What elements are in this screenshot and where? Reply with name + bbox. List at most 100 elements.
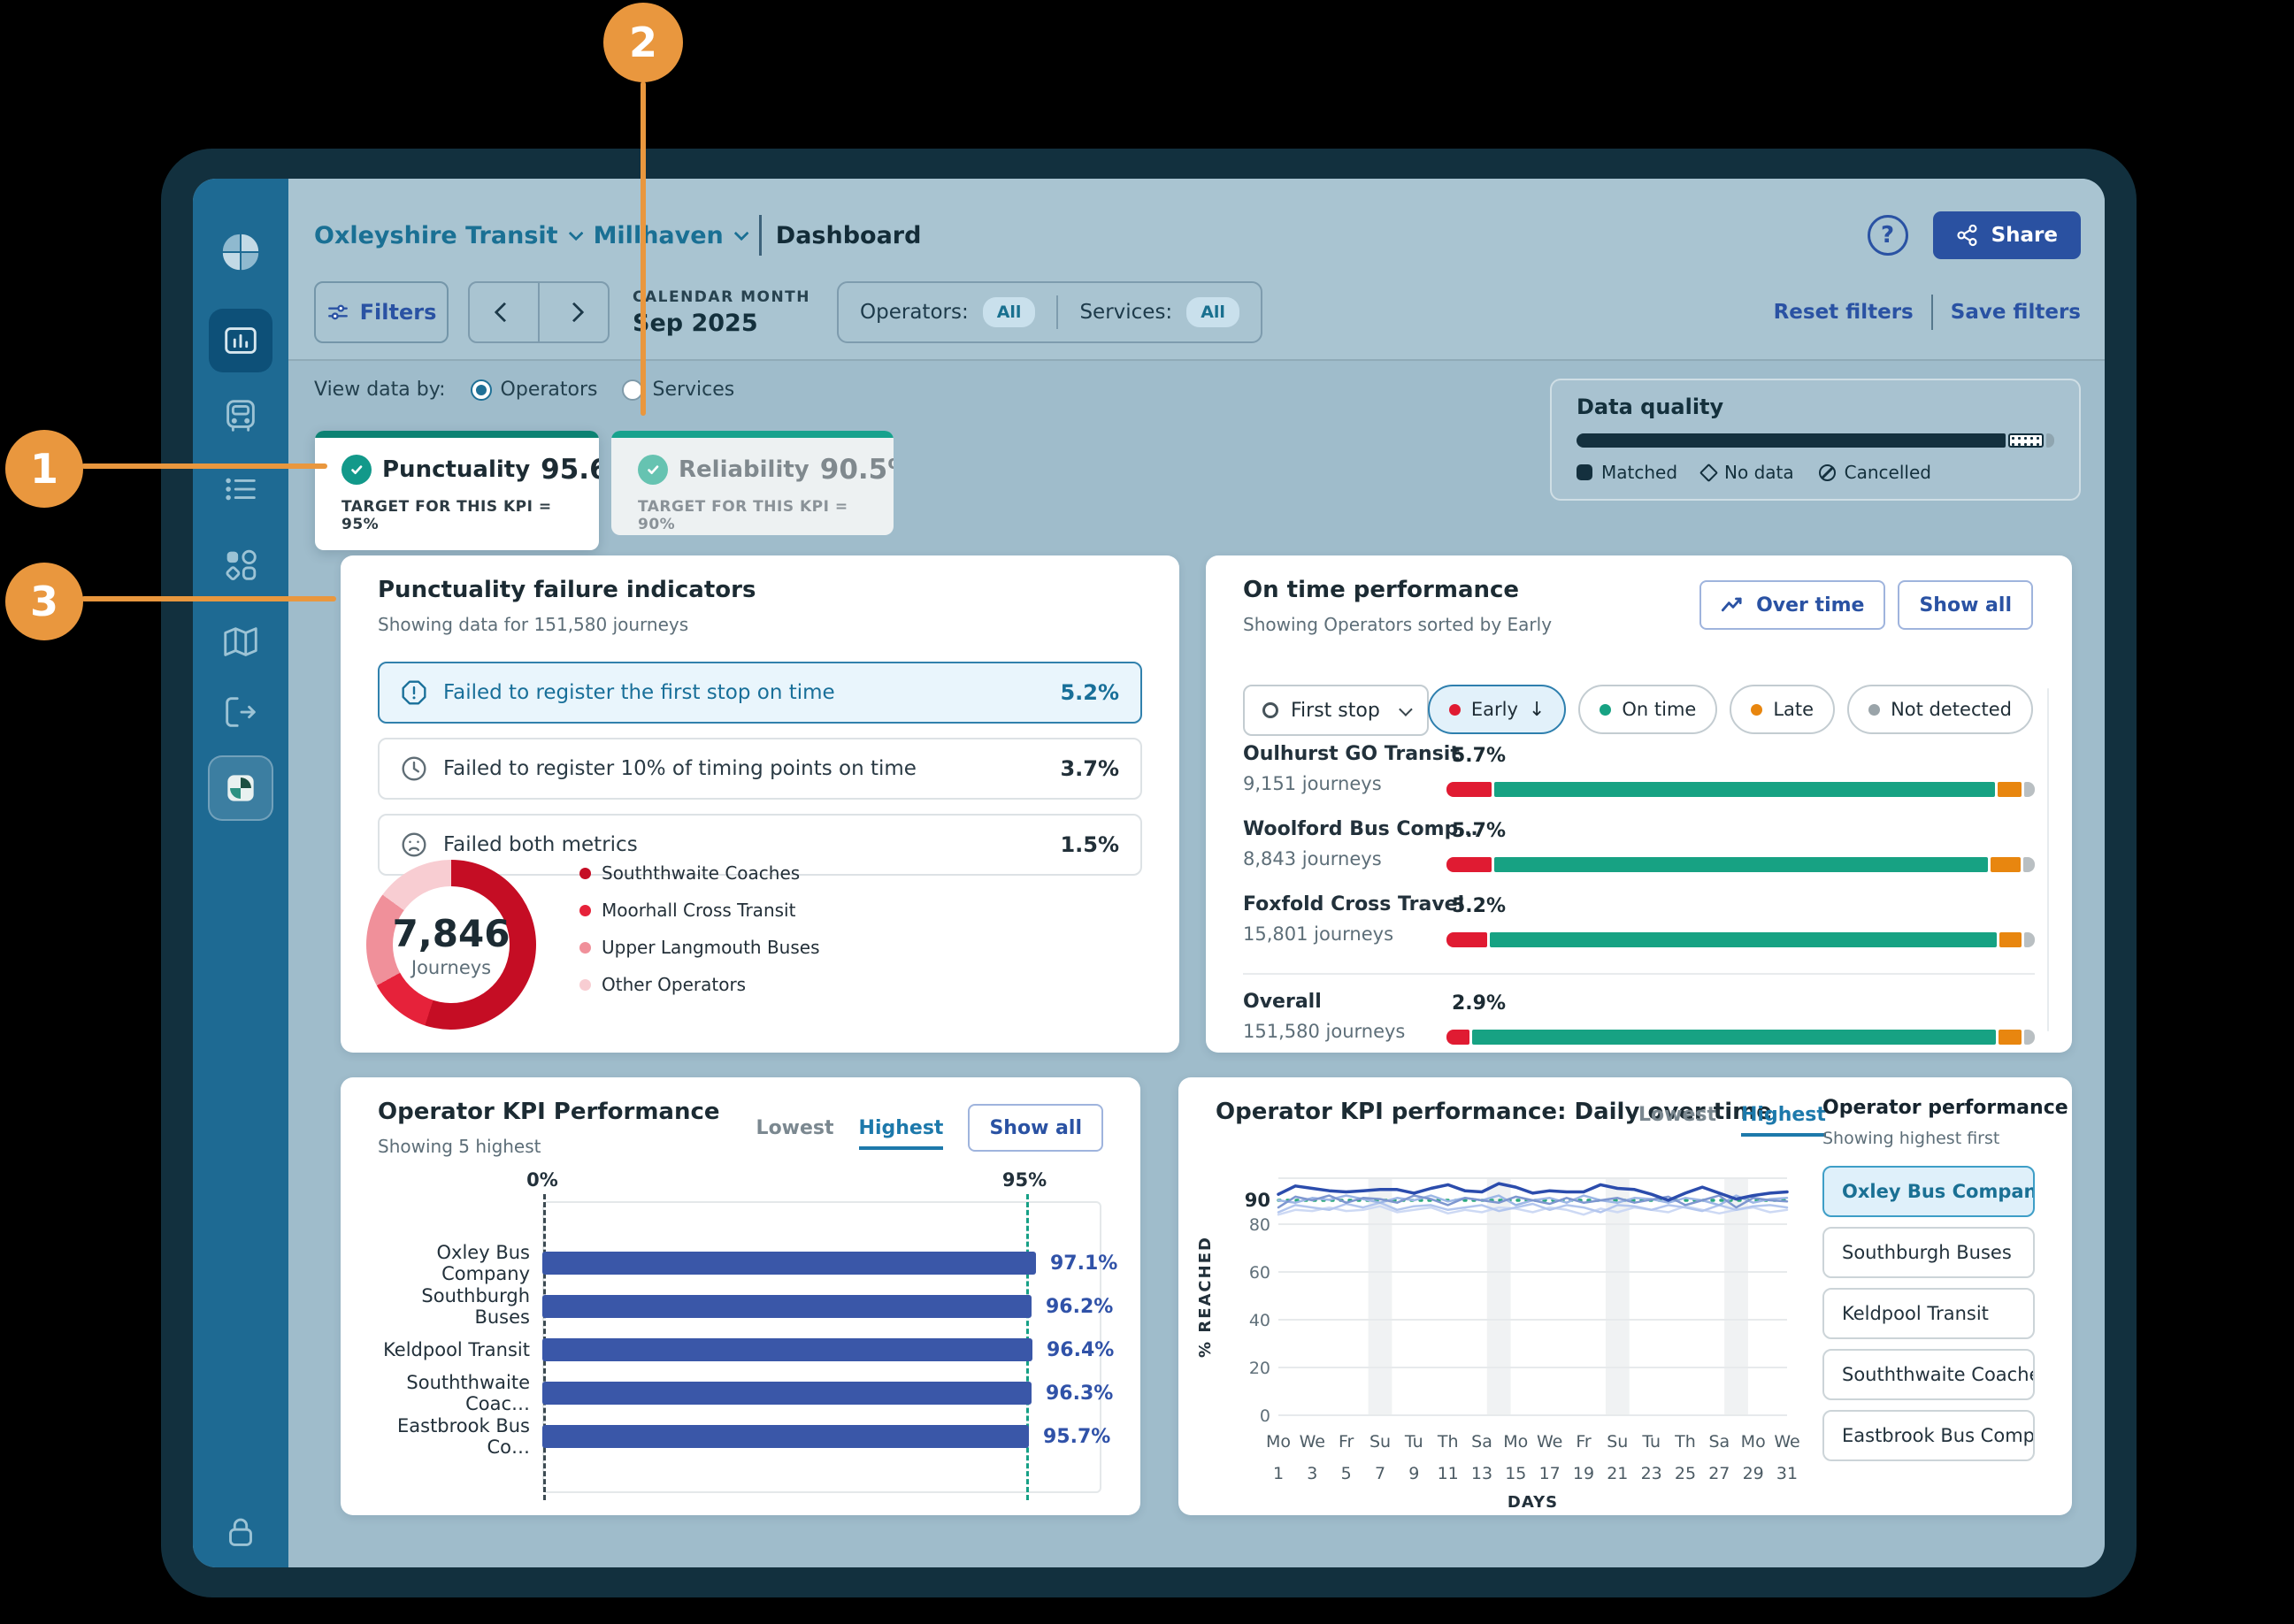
sidebar-item-apps[interactable] <box>220 545 261 586</box>
services-filter-value[interactable]: All <box>1186 297 1239 327</box>
org-name: Oxleyshire Transit <box>314 222 558 249</box>
failure-label: Failed to register the first stop on tim… <box>443 681 835 704</box>
weekend-band <box>1724 1178 1748 1415</box>
filters-label: Filters <box>360 300 437 325</box>
scrollbar[interactable] <box>2047 688 2049 1031</box>
kpi-value: 96.2% <box>1046 1296 1113 1318</box>
legend-dot-icon <box>579 942 591 954</box>
show-all-button[interactable]: Show all <box>968 1104 1103 1152</box>
operator-list-item[interactable]: Oxley Bus Company <box>1822 1166 2035 1217</box>
svg-text:Mo: Mo <box>1741 1432 1766 1452</box>
next-month-button[interactable] <box>538 283 608 341</box>
svg-text:1: 1 <box>1273 1464 1284 1483</box>
alert-icon <box>401 679 427 706</box>
operator-list-item[interactable]: Souththwaite Coaches <box>1822 1349 2035 1400</box>
chevron-down-icon <box>568 226 583 241</box>
period-stepper <box>468 281 610 343</box>
sidebar-item-analytics[interactable] <box>209 309 272 372</box>
sidebar-item-lock[interactable] <box>220 1512 261 1552</box>
on-time-row-overall: Overall151,580 journeys2.9% <box>1243 991 2035 1061</box>
lowest-toggle[interactable]: Lowest <box>756 1117 834 1139</box>
help-button[interactable]: ? <box>1868 215 1908 256</box>
line-chart: 02040608090Mo1We3Fr5Su7Tu9Th11Sa13Mo15We… <box>1196 1146 1807 1514</box>
svg-text:We: We <box>1774 1432 1799 1452</box>
chip-early[interactable]: Early↓ <box>1428 685 1566 734</box>
journeys-count: 9,151 journeys <box>1243 773 1382 794</box>
bar-segment <box>1490 932 1997 947</box>
early-percentage: 5.7% <box>1452 820 1506 842</box>
calendar-month-value: Sep 2025 <box>633 310 810 337</box>
operator-list-item[interactable]: Eastbrook Bus Compa… <box>1822 1410 2035 1461</box>
show-all-button[interactable]: Show all <box>1898 580 2033 630</box>
operators-filter-value[interactable]: All <box>983 297 1036 327</box>
tab-reliability[interactable]: Reliability 90.5% TARGET FOR THIS KPI = … <box>611 431 894 535</box>
callout-badge-3: 3 <box>5 563 83 640</box>
share-button[interactable]: Share <box>1933 211 2081 259</box>
breadcrumb-divider <box>759 215 762 256</box>
app-logo-icon <box>220 232 261 272</box>
lock-icon <box>220 1512 261 1552</box>
org-selector[interactable]: Oxleyshire Transit <box>314 222 579 249</box>
svg-text:Su: Su <box>1607 1432 1628 1452</box>
data-quality-legend: Matched No data Cancelled <box>1577 462 2054 483</box>
bar-segment <box>1472 1030 1996 1045</box>
early-percentage: 2.9% <box>1452 992 1506 1015</box>
over-time-button[interactable]: Over time <box>1699 580 1885 630</box>
save-filters-button[interactable]: Save filters <box>1951 301 2081 324</box>
tab-target: TARGET FOR THIS KPI = 90% <box>638 498 871 533</box>
sidebar-item-map[interactable] <box>220 622 261 663</box>
calendar-period: CALENDAR MONTH Sep 2025 <box>633 288 810 337</box>
donut-value: 7,846 <box>393 912 510 955</box>
lowest-toggle[interactable]: Lowest <box>1638 1104 1716 1126</box>
filter-actions: Reset filters Save filters <box>1774 281 2081 343</box>
tab-accent-bar <box>611 431 894 438</box>
sidebar-item-vehicles[interactable] <box>220 395 261 436</box>
chevron-down-icon <box>1399 702 1413 716</box>
callout-number: 3 <box>30 578 58 625</box>
chip-on-time[interactable]: On time <box>1578 685 1717 734</box>
dq-segment-nub <box>2046 433 2054 448</box>
operator-list: Oxley Bus Company Southburgh Buses Keldpoo… <box>1822 1166 2035 1461</box>
chevron-right-icon <box>564 303 584 323</box>
svg-text:20: 20 <box>1249 1359 1270 1378</box>
highest-toggle[interactable]: Highest <box>859 1117 944 1150</box>
failure-indicator-row[interactable]: Failed to register 10% of timing points … <box>378 738 1142 800</box>
legend-dot-icon <box>579 979 591 991</box>
region-selector[interactable]: Millhaven <box>594 222 745 249</box>
operator-panel-subtitle: Showing highest first <box>1822 1129 1999 1148</box>
header-actions: ? Share <box>1868 211 2081 260</box>
sad-icon <box>401 831 427 858</box>
view-by-operators-radio[interactable]: Operators <box>471 379 598 401</box>
card-title: Punctuality failure indicators <box>378 577 756 603</box>
view-by-services-radio[interactable]: Services <box>622 379 734 401</box>
svg-text:11: 11 <box>1438 1464 1459 1483</box>
sidebar-item-logout[interactable] <box>220 692 261 732</box>
svg-text:80: 80 <box>1249 1215 1270 1235</box>
first-stop-dropdown[interactable]: First stop <box>1243 685 1429 736</box>
sidebar-item-partner-app[interactable] <box>208 755 273 821</box>
tab-accent-bar <box>315 431 599 438</box>
svg-text:40: 40 <box>1249 1311 1270 1330</box>
reset-filters-button[interactable]: Reset filters <box>1774 301 1914 324</box>
operator-list-item[interactable]: Keldpool Transit <box>1822 1288 2035 1339</box>
chip-late[interactable]: Late <box>1730 685 1835 734</box>
chip-not-detected[interactable]: Not detected <box>1847 685 2033 734</box>
previous-month-button[interactable] <box>470 283 538 341</box>
sidebar-item-list[interactable] <box>220 469 261 509</box>
svg-text:We: We <box>1300 1432 1325 1452</box>
failure-indicator-row[interactable]: Failed to register the first stop on tim… <box>378 662 1142 724</box>
legend-dot-icon <box>579 868 591 879</box>
card-subtitle: Showing Operators sorted by Early <box>1243 614 1552 635</box>
kpi-bar <box>542 1252 1036 1275</box>
svg-text:Th: Th <box>1674 1432 1696 1452</box>
filters-button[interactable]: Filters <box>314 281 449 343</box>
check-circle-icon <box>341 455 372 485</box>
active-filters: Operators: All Services: All <box>837 281 1262 343</box>
operator-list-item[interactable]: Southburgh Buses <box>1822 1227 2035 1278</box>
highest-toggle[interactable]: Highest <box>1741 1104 1826 1137</box>
no-data-icon <box>1699 463 1718 481</box>
tab-punctuality[interactable]: Punctuality 95.6% TARGET FOR THIS KPI = … <box>315 431 599 550</box>
app-surface: Oxleyshire Transit Millhaven Dashboard ? <box>193 179 2105 1567</box>
svg-text:17: 17 <box>1539 1464 1561 1483</box>
svg-text:DAYS: DAYS <box>1508 1493 1558 1511</box>
